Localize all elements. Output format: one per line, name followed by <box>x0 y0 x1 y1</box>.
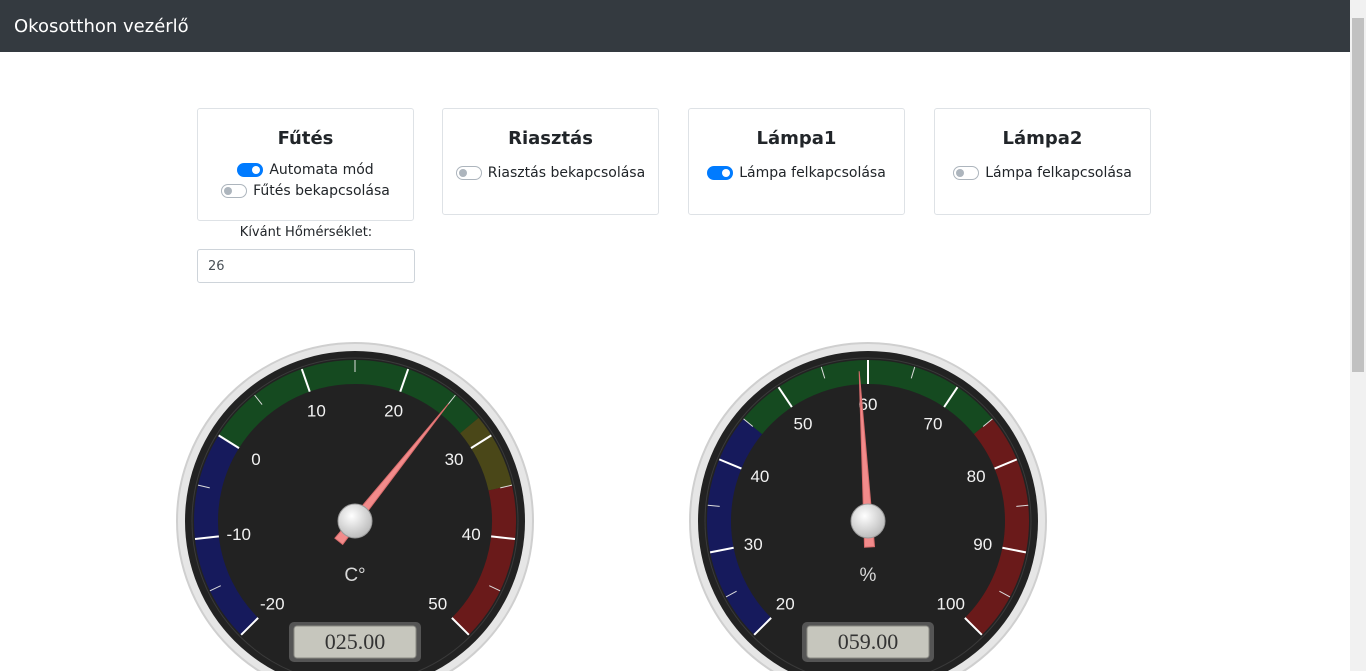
gauge-unit-label: C° <box>344 565 365 586</box>
heating-card: Fűtés Automata mód Fűtés bekapcsolása <box>197 108 414 221</box>
gauge-readout-value: 059.00 <box>838 629 899 654</box>
auto-mode-switch[interactable]: Automata mód <box>198 162 413 178</box>
lamp2-switch-label[interactable]: Lámpa felkapcsolása <box>985 165 1132 181</box>
humidity-gauge: 2030405060708090100%059.00 <box>689 342 1047 671</box>
alarm-title: Riasztás <box>508 128 593 149</box>
scrollbar-thumb[interactable] <box>1352 18 1364 372</box>
gauge-tick-label: 30 <box>445 450 464 469</box>
heating-title: Fűtés <box>277 128 334 149</box>
heating-switch-label[interactable]: Fűtés bekapcsolása <box>253 183 390 199</box>
heating-switch[interactable]: Fűtés bekapcsolása <box>198 183 413 199</box>
gauge-tick-label: 50 <box>794 415 813 434</box>
gauge-tick-label: 70 <box>924 415 943 434</box>
app-title[interactable]: Okosotthon vezérlő <box>14 16 189 38</box>
gauge-tick-label: 40 <box>462 525 481 544</box>
gauge-tick-label: 10 <box>307 402 326 421</box>
heating-toggle[interactable] <box>221 184 248 198</box>
desired-temp-input[interactable] <box>197 249 415 283</box>
gauge-unit-label: % <box>860 565 877 586</box>
gauge-tick-label: 0 <box>251 450 260 469</box>
gauge-needle-knob <box>850 503 886 539</box>
gauge-tick-label: -10 <box>226 525 251 544</box>
gauge-tick-label: 20 <box>776 595 795 614</box>
gauge-tick-label: -20 <box>260 595 285 614</box>
alarm-card: Riasztás Riasztás bekapcsolása <box>442 108 659 215</box>
gauge-tick-label: 40 <box>750 467 769 486</box>
gauge-tick-label: 100 <box>937 595 965 614</box>
alarm-toggle[interactable] <box>455 166 482 180</box>
gauge-readout-value: 025.00 <box>325 629 386 654</box>
lamp2-toggle[interactable] <box>953 166 980 180</box>
gauge-tick-label: 30 <box>744 535 763 554</box>
auto-mode-label[interactable]: Automata mód <box>269 162 373 178</box>
auto-mode-toggle[interactable] <box>237 163 264 177</box>
gauge-tick-label: 80 <box>967 467 986 486</box>
gauge-tick-label: 20 <box>384 402 403 421</box>
scrollbar[interactable] <box>1350 0 1366 671</box>
lamp2-title: Lámpa2 <box>1002 128 1083 149</box>
lamp1-title: Lámpa1 <box>756 128 837 149</box>
gauge-needle-knob <box>337 503 373 539</box>
alarm-switch-label[interactable]: Riasztás bekapcsolása <box>488 165 645 181</box>
alarm-switch[interactable]: Riasztás bekapcsolása <box>443 165 658 181</box>
lamp2-switch[interactable]: Lámpa felkapcsolása <box>935 165 1150 181</box>
desired-temp-label: Kívánt Hőmérséklet: <box>239 225 373 240</box>
temperature-gauge: -20 -10 0 10 20 30 40 50 C° 025.00 <box>176 342 534 671</box>
gauge-tick-label: 90 <box>973 535 992 554</box>
lamp1-toggle[interactable] <box>707 166 734 180</box>
lamp1-switch-label[interactable]: Lámpa felkapcsolása <box>739 165 886 181</box>
navbar: Okosotthon vezérlő <box>0 0 1350 52</box>
lamp1-card: Lámpa1 Lámpa felkapcsolása <box>688 108 905 215</box>
lamp1-switch[interactable]: Lámpa felkapcsolása <box>689 165 904 181</box>
lamp2-card: Lámpa2 Lámpa felkapcsolása <box>934 108 1151 215</box>
gauge-tick-label: 50 <box>428 595 447 614</box>
